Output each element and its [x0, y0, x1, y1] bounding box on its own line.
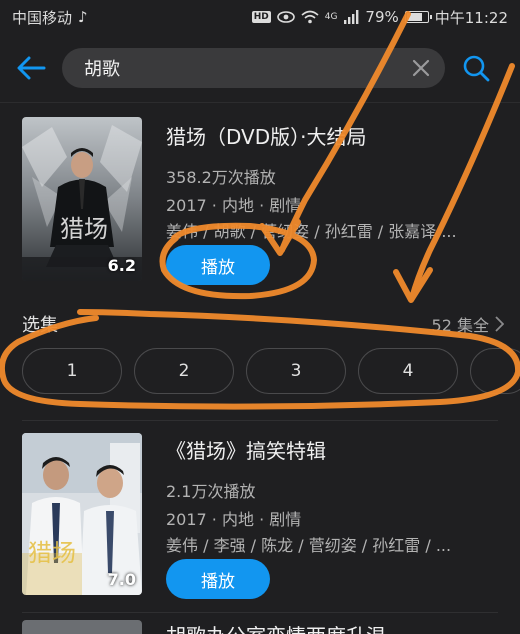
close-icon: [412, 59, 430, 77]
hd-icon: HD: [251, 11, 271, 23]
divider-2: [22, 612, 498, 613]
signal-icon: [344, 10, 359, 24]
carrier-extra-icon: ♪: [78, 8, 88, 26]
episodes-header: 选集 52 集全: [22, 310, 504, 338]
episode-list: 1 2 3 4: [22, 348, 520, 396]
rating-2: 7.0: [107, 570, 136, 589]
search-header: [0, 34, 520, 103]
episode-1-button[interactable]: 1: [22, 348, 122, 394]
poster-2-title: 猎场: [28, 539, 76, 567]
poster-1-title: 猎场: [60, 215, 108, 243]
poster-1[interactable]: 猎场 6.2: [22, 117, 142, 281]
search-icon: [463, 55, 490, 82]
chevron-right-icon: [495, 316, 504, 332]
result-2-cast: 姜伟 / 李强 / 陈龙 / 菅纫姿 / 孙红雷 / ...: [166, 536, 452, 555]
battery-percent: 79%: [365, 8, 399, 26]
play-button-2[interactable]: 播放: [166, 559, 270, 599]
result-1-info: 猎场（DVD版）·大结局 358.2万次播放 2017 · 内地 · 剧情 姜伟…: [166, 121, 504, 242]
result-2-plays: 2.1万次播放: [166, 482, 256, 501]
search-button[interactable]: [445, 34, 507, 102]
result-1-cast: 姜伟 / 胡歌 / 菅纫姿 / 孙红雷 / 张嘉译 ...: [166, 222, 457, 241]
episodes-total: 52 集全: [431, 316, 489, 335]
episode-4-button[interactable]: 4: [358, 348, 458, 394]
episodes-total-link[interactable]: 52 集全: [432, 312, 504, 336]
rating-1: 6.2: [107, 256, 136, 275]
battery-icon: [404, 11, 432, 23]
battery-level: [406, 13, 422, 21]
wifi-icon: [301, 10, 319, 24]
play-button-1[interactable]: 播放: [166, 245, 270, 285]
status-bar: 中国移动 ♪ HD 4G 79% 中午11:22: [0, 0, 520, 34]
status-left: 中国移动 ♪: [12, 7, 88, 28]
result-3-title[interactable]: 胡歌办公室恋情两度升温: [166, 620, 504, 634]
episode-3-button[interactable]: 3: [246, 348, 346, 394]
status-right: HD 4G 79% 中午11:22: [251, 7, 508, 28]
divider-1: [22, 420, 498, 421]
result-2-title[interactable]: 《猎场》搞笑特辑: [166, 435, 504, 464]
result-card-1[interactable]: 猎场 6.2 猎场（DVD版）·大结局 358.2万次播放 2017 · 内地 …: [0, 117, 520, 307]
carrier-name: 中国移动: [12, 8, 73, 27]
arrow-left-icon: [17, 56, 46, 80]
network-type: 4G: [324, 12, 338, 22]
clock: 中午11:22: [434, 8, 508, 27]
result-1-plays: 358.2万次播放: [166, 168, 276, 187]
clear-search-button[interactable]: [409, 56, 433, 80]
result-1-title[interactable]: 猎场（DVD版）·大结局: [166, 121, 504, 150]
search-input[interactable]: [82, 56, 409, 80]
back-button[interactable]: [0, 34, 62, 102]
result-3-info: 胡歌办公室恋情两度升温: [166, 620, 504, 634]
eye-icon: [276, 11, 295, 23]
episode-5-button[interactable]: [470, 348, 520, 394]
result-card-3[interactable]: 胡歌办公室恋情两度升温: [0, 614, 520, 634]
episodes-label: 选集: [22, 315, 58, 336]
poster-3[interactable]: [22, 620, 142, 634]
search-results-page: 中国移动 ♪ HD 4G 79% 中午11:22 胡歌 猎场 6.2 猎场（DV…: [0, 0, 520, 634]
result-card-2[interactable]: 猎场 7.0 《猎场》搞笑特辑 2.1万次播放 2017 · 内地 · 剧情 姜…: [0, 433, 520, 603]
search-box[interactable]: [62, 48, 445, 88]
result-2-meta: 2017 · 内地 · 剧情: [166, 510, 302, 529]
result-1-meta: 2017 · 内地 · 剧情: [166, 196, 302, 215]
episode-2-button[interactable]: 2: [134, 348, 234, 394]
poster-2[interactable]: 猎场 7.0: [22, 433, 142, 595]
result-2-info: 《猎场》搞笑特辑 2.1万次播放 2017 · 内地 · 剧情 姜伟 / 李强 …: [166, 435, 504, 556]
